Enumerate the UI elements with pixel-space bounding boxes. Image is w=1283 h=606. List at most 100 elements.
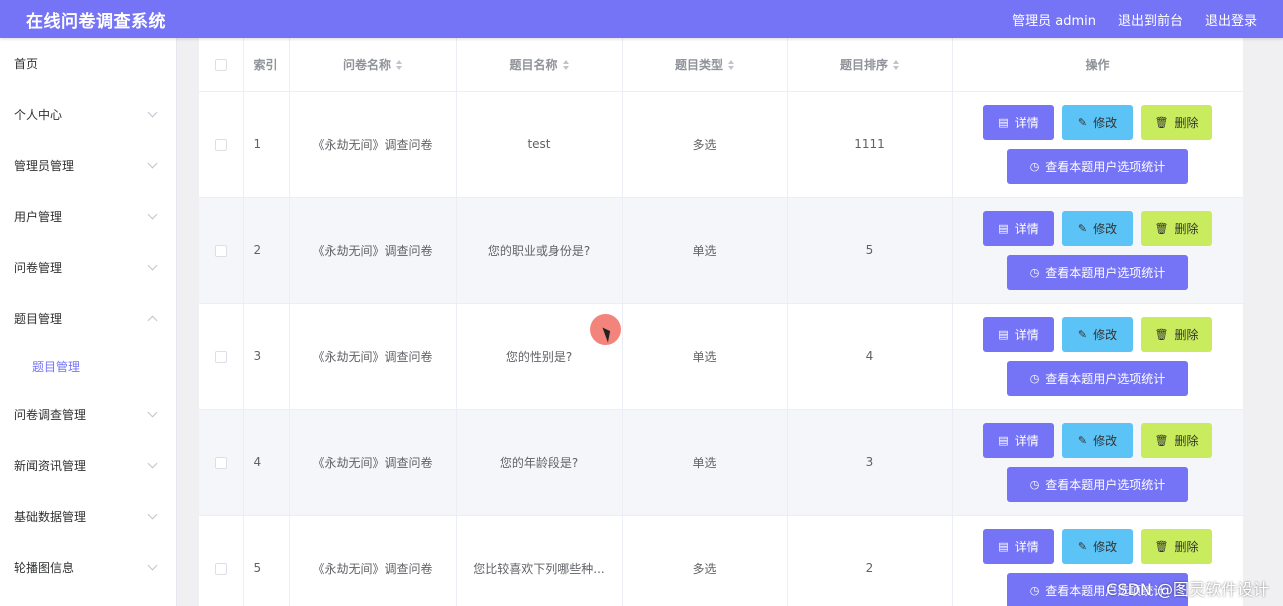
cell-question-order: 1111 xyxy=(787,91,953,198)
pie-chart-icon: ◷ xyxy=(1029,371,1040,385)
table-header-row: 索引 问卷名称 题目名称 题目类型 题目排序 操作 xyxy=(199,38,1243,92)
edit-button[interactable]: ✎ 修改 xyxy=(1062,316,1133,352)
cell-survey-name: 《永劫无间》调查问卷 xyxy=(289,409,457,516)
row-checkbox[interactable] xyxy=(214,138,227,151)
header-index: 索引 xyxy=(243,38,290,92)
top-bar: 在线问卷调查系统 管理员 admin 退出到前台 退出登录 xyxy=(0,0,1283,38)
button-label: 查看本题用户选项统计 xyxy=(1045,265,1166,280)
pencil-icon: ✎ xyxy=(1077,115,1088,129)
table-row: 2 《永劫无间》调查问卷 您的职业或身份是? 单选 5 ▤ 详情 ✎ 修改 🗑 删除 … xyxy=(199,197,1243,304)
sidebar: 首页 个人中心 管理员管理 用户管理 问卷管理 题目管理 题目管理 问卷调查管理… xyxy=(0,38,177,606)
sidebar-item-label: 题目管理 xyxy=(14,312,63,326)
delete-button[interactable]: 🗑 删除 xyxy=(1141,104,1212,140)
main-content: 索引 问卷名称 题目名称 题目类型 题目排序 操作 1 《永劫无间》调查问卷 t… xyxy=(177,38,1283,606)
sidebar-item-label: 首页 xyxy=(14,57,39,71)
row-checkbox[interactable] xyxy=(214,244,227,257)
sidebar-item-personal-center[interactable]: 个人中心 xyxy=(0,89,176,140)
sidebar-item-label: 个人中心 xyxy=(14,108,63,122)
detail-button[interactable]: ▤ 详情 xyxy=(983,422,1054,458)
button-label: 修改 xyxy=(1093,115,1118,130)
sidebar-item-home[interactable]: 首页 xyxy=(0,38,176,89)
chevron-up-icon xyxy=(147,315,158,326)
view-stats-button[interactable]: ◷ 查看本题用户选项统计 xyxy=(1007,254,1188,290)
row-checkbox[interactable] xyxy=(214,562,227,575)
edit-button[interactable]: ✎ 修改 xyxy=(1062,210,1133,246)
cell-actions: ▤ 详情 ✎ 修改 🗑 删除 ◷ 查看本题用户选项统计 xyxy=(952,91,1243,198)
sidebar-item-label: 轮播图信息 xyxy=(14,561,75,575)
chevron-down-icon xyxy=(147,107,158,118)
back-to-front-link[interactable]: 退出到前台 xyxy=(1118,10,1183,29)
button-label: 查看本题用户选项统计 xyxy=(1045,477,1166,492)
sort-icon[interactable] xyxy=(728,60,734,71)
cell-index: 4 xyxy=(243,409,290,516)
document-icon: ▤ xyxy=(998,327,1009,341)
sidebar-item-label: 用户管理 xyxy=(14,210,63,224)
cell-index: 1 xyxy=(243,91,290,198)
sidebar-item-question-management[interactable]: 题目管理 xyxy=(0,293,176,344)
delete-button[interactable]: 🗑 删除 xyxy=(1141,528,1212,564)
sidebar-item-admin-management[interactable]: 管理员管理 xyxy=(0,140,176,191)
detail-button[interactable]: ▤ 详情 xyxy=(983,210,1054,246)
sidebar-subitem-question-management[interactable]: 题目管理 xyxy=(0,344,176,389)
header-label: 题目类型 xyxy=(674,57,723,72)
cell-survey-name: 《永劫无间》调查问卷 xyxy=(289,515,457,606)
question-table: 索引 问卷名称 题目名称 题目类型 题目排序 操作 1 《永劫无间》调查问卷 t… xyxy=(199,38,1243,606)
delete-button[interactable]: 🗑 删除 xyxy=(1141,422,1212,458)
select-all-checkbox[interactable] xyxy=(214,58,227,71)
view-stats-button[interactable]: ◷ 查看本题用户选项统计 xyxy=(1007,466,1188,502)
cell-actions: ▤ 详情 ✎ 修改 🗑 删除 ◷ 查看本题用户选项统计 xyxy=(952,303,1243,410)
chevron-down-icon xyxy=(147,407,158,418)
button-label: 修改 xyxy=(1093,433,1118,448)
sidebar-item-basic-data-management[interactable]: 基础数据管理 xyxy=(0,491,176,542)
trash-icon: 🗑 xyxy=(1154,115,1169,129)
sort-icon[interactable] xyxy=(562,60,569,71)
table-row: 4 《永劫无间》调查问卷 您的年龄段是? 单选 3 ▤ 详情 ✎ 修改 🗑 删除 ◷ 查… xyxy=(199,409,1243,516)
header-question-order[interactable]: 题目排序 xyxy=(787,38,953,92)
current-user: 管理员 admin xyxy=(1012,13,1096,29)
header-label: 题目排序 xyxy=(839,57,888,72)
sidebar-item-survey-management[interactable]: 问卷管理 xyxy=(0,242,176,293)
sidebar-item-survey-response-management[interactable]: 问卷调查管理 xyxy=(0,389,176,440)
header-question-type[interactable]: 题目类型 xyxy=(622,38,788,92)
cell-question-type: 多选 xyxy=(622,515,788,606)
edit-button[interactable]: ✎ 修改 xyxy=(1062,104,1133,140)
table-row: 3 《永劫无间》调查问卷 您的性别是? 单选 4 ▤ 详情 ✎ 修改 🗑 删除 ◷ 查看… xyxy=(199,303,1243,410)
sidebar-item-carousel-info[interactable]: 轮播图信息 xyxy=(0,542,176,593)
row-select-cell xyxy=(199,409,244,516)
chevron-down-icon xyxy=(147,260,158,271)
header-survey-name[interactable]: 问卷名称 xyxy=(289,38,457,92)
chevron-down-icon xyxy=(147,209,158,220)
row-select-cell xyxy=(199,197,244,304)
detail-button[interactable]: ▤ 详情 xyxy=(983,316,1054,352)
button-label: 详情 xyxy=(1014,221,1039,236)
sidebar-item-label: 问卷调查管理 xyxy=(14,408,87,422)
detail-button[interactable]: ▤ 详情 xyxy=(983,528,1054,564)
logout-link[interactable]: 退出登录 xyxy=(1205,10,1257,29)
view-stats-button[interactable]: ◷ 查看本题用户选项统计 xyxy=(1007,148,1188,184)
delete-button[interactable]: 🗑 删除 xyxy=(1141,316,1212,352)
pencil-icon: ✎ xyxy=(1077,433,1088,447)
delete-button[interactable]: 🗑 删除 xyxy=(1141,210,1212,246)
button-label: 详情 xyxy=(1014,115,1039,130)
pencil-icon: ✎ xyxy=(1077,327,1088,341)
header-question-name[interactable]: 题目名称 xyxy=(456,38,623,92)
edit-button[interactable]: ✎ 修改 xyxy=(1062,422,1133,458)
sidebar-item-user-management[interactable]: 用户管理 xyxy=(0,191,176,242)
sidebar-item-news-management[interactable]: 新闻资讯管理 xyxy=(0,440,176,491)
header-label: 题目名称 xyxy=(509,57,558,72)
cell-survey-name: 《永劫无间》调查问卷 xyxy=(289,303,457,410)
select-all-cell xyxy=(199,38,244,92)
detail-button[interactable]: ▤ 详情 xyxy=(983,104,1054,140)
sort-icon[interactable] xyxy=(396,60,402,71)
document-icon: ▤ xyxy=(998,539,1009,553)
header-label: 问卷名称 xyxy=(342,57,391,72)
pie-chart-icon: ◷ xyxy=(1029,583,1040,597)
row-checkbox[interactable] xyxy=(214,350,227,363)
row-checkbox[interactable] xyxy=(214,456,227,469)
trash-icon: 🗑 xyxy=(1154,221,1169,235)
button-label: 删除 xyxy=(1174,115,1199,130)
sort-icon[interactable] xyxy=(893,60,899,71)
view-stats-button[interactable]: ◷ 查看本题用户选项统计 xyxy=(1007,360,1188,396)
edit-button[interactable]: ✎ 修改 xyxy=(1062,528,1133,564)
button-label: 删除 xyxy=(1174,327,1199,342)
